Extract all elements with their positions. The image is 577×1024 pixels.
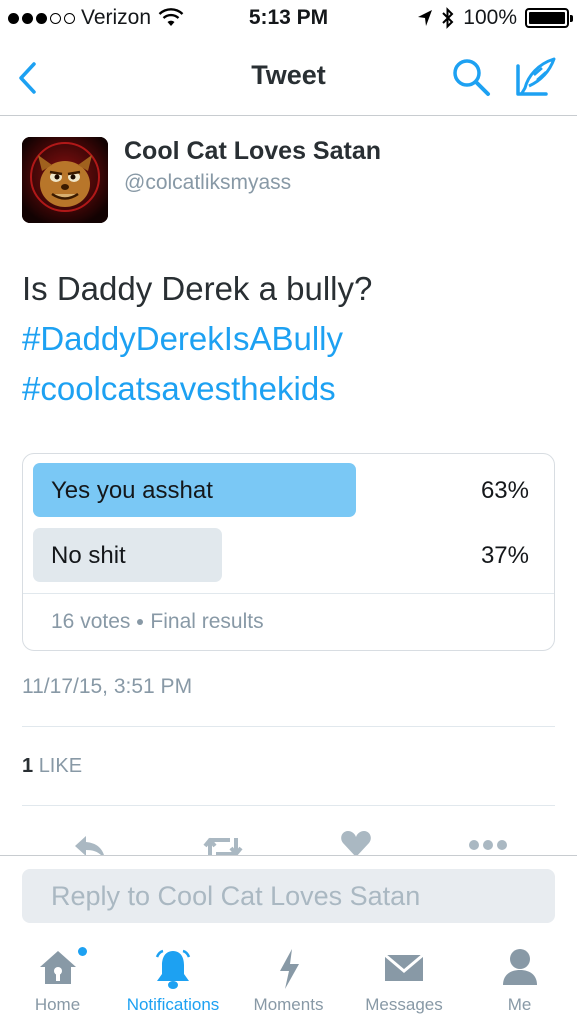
heart-icon[interactable] (340, 829, 372, 856)
likes-count[interactable]: 1 LIKE (22, 755, 82, 778)
tab-label: Messages (365, 995, 443, 1014)
tab-label: Home (34, 995, 81, 1014)
navigation-bar: Tweet (0, 38, 577, 116)
home-icon (39, 951, 76, 984)
likes-number: 1 (22, 755, 34, 777)
battery-percent: 100% (463, 6, 517, 29)
poll-option-percent: 37% (480, 542, 529, 569)
poll-option: No shit 37% (33, 528, 545, 582)
poll-vote-count: 16 votes (51, 610, 131, 633)
battery-icon (525, 8, 573, 28)
compose-tweet-icon[interactable] (512, 56, 558, 98)
cat-avatar-image (22, 137, 108, 223)
bell-icon (155, 949, 191, 989)
status-bar: Verizon 5:13 PM 100% (0, 0, 577, 38)
status-right: 100% (417, 6, 573, 30)
separator-dot (137, 619, 144, 625)
poll-option-label: Yes you asshat (51, 477, 213, 504)
more-icon[interactable] (468, 838, 508, 852)
user-handle[interactable]: @colcatliksmyass (124, 171, 291, 195)
reply-input[interactable]: Reply to Cool Cat Loves Satan (22, 869, 555, 923)
search-icon[interactable] (450, 56, 492, 98)
envelope-icon (384, 953, 424, 981)
bluetooth-icon (442, 7, 454, 29)
poll-option-label: No shit (51, 542, 126, 569)
notification-dot (78, 947, 87, 956)
poll-option: Yes you asshat 63% (33, 463, 545, 517)
divider (22, 805, 555, 806)
poll-status: Final results (150, 610, 264, 633)
likes-label: LIKE (38, 755, 83, 777)
tab-messages[interactable]: Messages (346, 937, 462, 1024)
tab-notifications[interactable]: Notifications (115, 937, 231, 1024)
tab-moments[interactable]: Moments (231, 937, 346, 1024)
tab-home[interactable]: Home (0, 937, 115, 1024)
tweet-body-text: Is Daddy Derek a bully? (22, 270, 373, 307)
tweet-actions (0, 826, 577, 856)
reply-icon[interactable] (72, 832, 108, 856)
tab-bar: Home Notifications Moments Messages Me (0, 937, 577, 1024)
tab-me[interactable]: Me (462, 937, 577, 1024)
tweet-timestamp: 11/17/15, 3:51 PM (22, 675, 193, 698)
display-name[interactable]: Cool Cat Loves Satan (124, 137, 381, 166)
user-avatar[interactable] (22, 137, 108, 223)
hashtag-link[interactable]: #DaddyDerekIsABully (22, 314, 562, 364)
retweet-icon[interactable] (202, 832, 244, 856)
person-icon (502, 949, 537, 985)
tweet-text: Is Daddy Derek a bully? #DaddyDerekIsABu… (22, 264, 562, 414)
poll-footer: 16 votes Final results (51, 610, 264, 634)
tab-label: Me (507, 995, 532, 1014)
tab-label: Notifications (126, 995, 220, 1014)
poll-card: Yes you asshat 63% No shit 37% 16 votes … (22, 453, 555, 651)
poll-option-percent: 63% (480, 477, 529, 504)
location-arrow-icon (418, 10, 433, 26)
tab-label: Moments (253, 995, 324, 1014)
divider (22, 726, 555, 727)
lightning-icon (279, 949, 299, 989)
reply-bar: Reply to Cool Cat Loves Satan (0, 855, 577, 937)
hashtag-link[interactable]: #coolcatsavesthekids (22, 364, 562, 414)
poll-divider (23, 593, 554, 594)
